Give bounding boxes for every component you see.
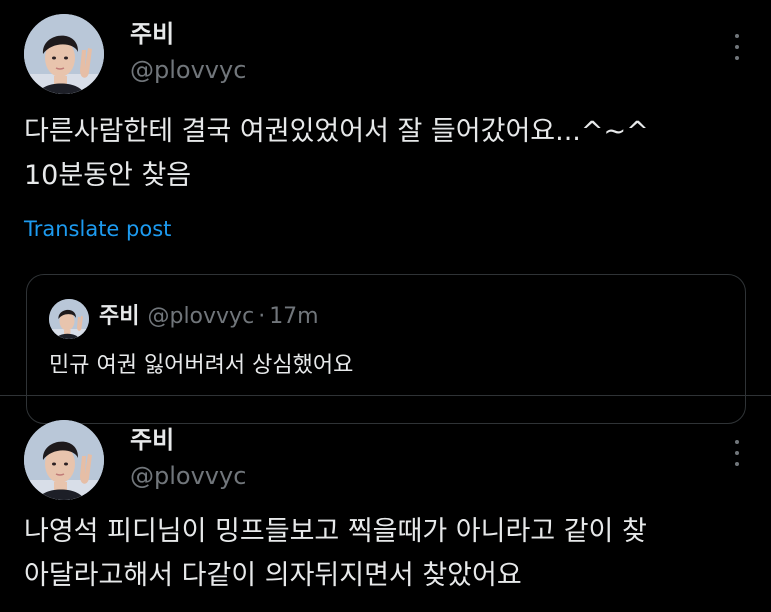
post-text: 나영석 피디님이 밍프들보고 찍을때가 아니라고 같이 찾 아달라고해서 다같이… [24,516,647,591]
post-text: 다른사람한테 결국 여권있었어서 잘 들어갔어요...^~^ 10분동안 찾음 [24,116,649,191]
author-display-name[interactable]: 주비 [130,20,174,48]
more-dot [735,56,739,60]
quoted-author-avatar[interactable] [49,299,89,339]
header-separator: · [258,304,266,329]
author-display-name[interactable]: 주비 [130,426,174,454]
quoted-author-handle[interactable]: @plovvyc [147,304,254,329]
more-dot [735,45,739,49]
quoted-post-header: 주비 @plovvyc · 17m [99,303,319,331]
author-handle[interactable]: @plovvyc [130,56,246,84]
more-options-icon[interactable] [733,440,741,466]
more-dot [735,451,739,455]
author-avatar[interactable] [24,420,104,500]
translate-post-link[interactable]: Translate post [24,215,171,243]
more-dot [735,440,739,444]
quoted-author-display-name[interactable]: 주비 [99,304,139,329]
author-handle[interactable]: @plovvyc [130,462,246,490]
avatar-image [49,299,89,339]
post-2[interactable]: 주비 @plovvyc 나영석 피디님이 밍프들보고 찍을때가 아니라고 같이 … [0,396,771,612]
more-options-icon[interactable] [733,34,741,60]
quoted-post-timestamp[interactable]: 17m [269,304,318,329]
avatar-image [24,14,104,94]
author-avatar[interactable] [24,14,104,94]
more-dot [735,34,739,38]
post-1[interactable]: 주비 @plovvyc 다른사람한테 결국 여권있었어서 잘 들어갔어요...^… [0,0,771,424]
more-dot [735,462,739,466]
quoted-post-text: 민규 여권 잃어버려서 상심했어요 [49,353,354,378]
avatar-image [24,420,104,500]
